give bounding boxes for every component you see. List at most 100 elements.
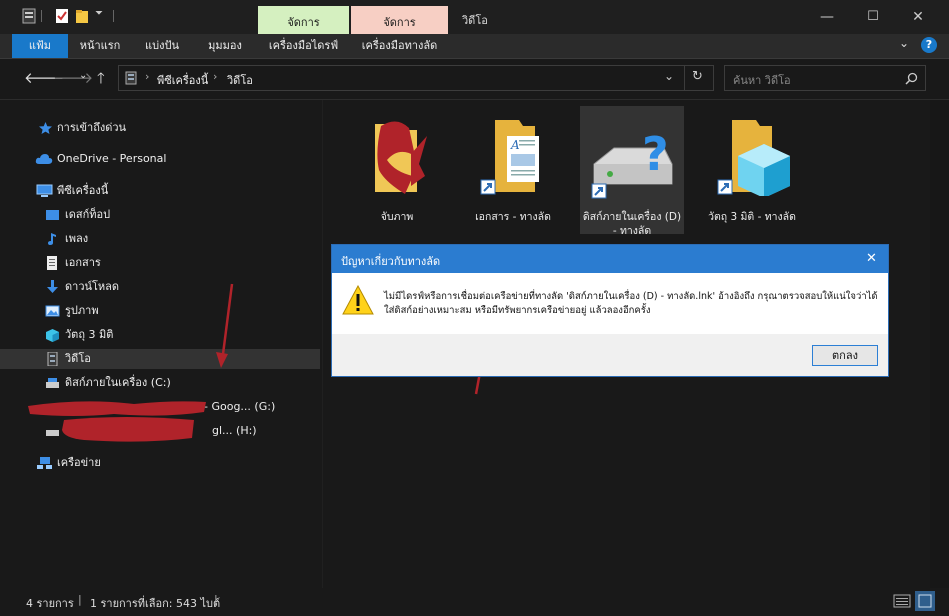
download-icon: [47, 280, 58, 293]
properties-icon[interactable]: [55, 8, 69, 24]
ribbon-context-manage-drive[interactable]: จัดการ: [258, 6, 349, 34]
status-bar: 4 รายการ | 1 รายการที่เลือก: 543 ไบต์ |: [0, 588, 949, 616]
search-icon: [905, 72, 918, 85]
3d-objects-shortcut-icon: [717, 120, 790, 196]
nav-item-desktop[interactable]: เดสก์ท็อป: [0, 205, 320, 225]
dialog-body: ไม่มีไดรฟ์หรือการเชื่อมต่อเครือข่ายที่ทา…: [332, 273, 888, 334]
nav-item-label: gl... (H:): [212, 424, 257, 437]
nav-item-label: เอกสาร: [65, 256, 101, 269]
vertical-scrollbar[interactable]: [930, 100, 949, 588]
desktop-icon: [46, 210, 59, 220]
svg-text:?: ?: [642, 127, 669, 181]
nav-item-onedrive[interactable]: OneDrive - Personal: [0, 149, 320, 169]
ribbon-context-manage-shortcut[interactable]: จัดการ: [351, 6, 448, 34]
title-bar: ⏷ จัดการ จัดการ วิดีโอ — ☐ ✕: [0, 0, 949, 34]
ok-button[interactable]: ตกลง: [812, 345, 878, 366]
nav-item-label: การเข้าถึงด่วน: [57, 121, 127, 134]
nav-item-label: OneDrive - Personal: [57, 152, 167, 165]
nav-item-label: ดาวน์โหลด: [65, 280, 120, 293]
tab-file[interactable]: แฟ้ม: [12, 34, 68, 58]
tab-view[interactable]: มุมมอง: [196, 34, 254, 58]
address-bar[interactable]: › พีซีเครื่องนี้ › วิดีโอ ⌄ ↻: [118, 65, 714, 91]
navigation-pane: การเข้าถึงด่วน OneDrive - Personal พีซีเ…: [0, 100, 322, 588]
search-box[interactable]: ค้นหา วิดีโอ: [724, 65, 926, 91]
nav-item-pictures[interactable]: รูปภาพ: [0, 301, 320, 321]
annotation-arrow: [216, 283, 234, 368]
nav-item-label: พีซีเครื่องนี้: [57, 184, 109, 197]
nav-item-label: ดิสก์ภายในเครื่อง (C:): [65, 376, 171, 389]
nav-item-3d-objects[interactable]: วัตถุ 3 มิติ: [0, 325, 320, 345]
music-icon: [48, 233, 56, 245]
breadcrumb-videos[interactable]: วิดีโอ: [227, 71, 253, 89]
dialog-message: ไม่มีไดรฟ์หรือการเชื่อมต่อเครือข่ายที่ทา…: [384, 291, 878, 316]
folder-icon: [375, 121, 427, 194]
document-icon: [47, 256, 57, 270]
item-count: 4 รายการ: [26, 597, 74, 610]
tab-home[interactable]: หน้าแรก: [72, 34, 128, 58]
shortcut-problem-dialog: ปัญหาเกี่ยวกับทางลัด ✕ ไม่มีไดรฟ์หรือการ…: [331, 244, 889, 377]
large-icons-view-icon[interactable]: [915, 591, 935, 611]
refresh-icon[interactable]: ↻: [692, 69, 703, 84]
selection-info: 1 รายการที่เลือก: 543 ไบต์: [90, 597, 221, 610]
breadcrumb-separator-icon: ›: [145, 70, 150, 83]
file-tile-captures[interactable]: จับภาพ: [345, 106, 449, 234]
document-shortcut-icon: A: [480, 120, 539, 195]
file-tile-label: จับภาพ: [380, 211, 414, 223]
status-separator: |: [78, 593, 82, 606]
warning-icon: [342, 285, 374, 315]
nav-item-label: รูปภาพ: [65, 304, 99, 317]
collapse-ribbon-chevron-icon[interactable]: ⌄: [899, 36, 909, 50]
status-separator: |: [214, 593, 218, 606]
up-arrow-icon[interactable]: 🡑: [97, 68, 105, 93]
file-explorer-window: ⏷ จัดการ จัดการ วิดีโอ — ☐ ✕ แฟ้ม หน้าแร…: [0, 0, 949, 616]
ribbon-tab-bar: แฟ้ม หน้าแรก แบ่งปัน มุมมอง เครื่องมือได…: [0, 34, 949, 58]
nav-item-drive-c[interactable]: ดิสก์ภายในเครื่อง (C:): [0, 373, 320, 393]
file-tile-label: เอกสาร - ทางลัด: [475, 211, 551, 223]
tab-shortcut-tools[interactable]: เครื่องมือทางลัด: [351, 34, 448, 58]
nav-item-music[interactable]: เพลง: [0, 229, 320, 249]
file-tile-3d-objects-shortcut[interactable]: วัตถุ 3 มิติ - ทางลัด: [700, 106, 804, 234]
nav-item-network[interactable]: เครือข่าย: [0, 453, 320, 473]
3d-objects-icon: [46, 329, 59, 342]
breadcrumb-this-pc[interactable]: พีซีเครื่องนี้: [157, 71, 208, 89]
minimize-button[interactable]: —: [804, 0, 850, 34]
nav-item-videos[interactable]: วิดีโอ: [0, 349, 320, 369]
tab-share[interactable]: แบ่งปัน: [134, 34, 190, 58]
quick-access-dropdown-icon[interactable]: ⏷: [95, 8, 103, 19]
app-icon: [22, 8, 36, 24]
details-view-icon[interactable]: [893, 592, 911, 610]
nav-item-label: เครือข่าย: [57, 456, 101, 469]
maximize-button[interactable]: ☐: [850, 0, 896, 34]
nav-item-label: วัตถุ 3 มิติ: [65, 328, 114, 341]
breadcrumb-separator-icon: ›: [213, 70, 218, 83]
tab-drive-tools[interactable]: เครื่องมือไดรฟ์: [258, 34, 349, 58]
video-folder-icon: [125, 71, 137, 85]
nav-item-documents[interactable]: เอกสาร: [0, 253, 320, 273]
dialog-title: ปัญหาเกี่ยวกับทางลัด: [341, 255, 441, 268]
close-button[interactable]: ✕: [895, 0, 941, 34]
nav-item-quick-access[interactable]: การเข้าถึงด่วน: [0, 118, 320, 138]
file-tile-documents-shortcut[interactable]: A เอกสาร - ทางลัด: [461, 106, 565, 234]
redaction-scribble: [28, 401, 206, 442]
nav-item-this-pc[interactable]: พีซีเครื่องนี้: [0, 181, 320, 201]
recent-locations-chevron-icon[interactable]: ⌄: [79, 70, 87, 81]
drive-icon: [46, 378, 59, 388]
nav-item-label: เดสก์ท็อป: [65, 208, 111, 221]
dialog-close-button[interactable]: ✕: [866, 251, 877, 266]
video-icon: [47, 352, 58, 366]
pictures-icon: [45, 305, 60, 317]
svg-text:A: A: [510, 138, 520, 152]
dialog-title-bar: ปัญหาเกี่ยวกับทางลัด ✕: [332, 245, 888, 273]
nav-item-label: - Goog... (G:): [204, 400, 276, 413]
search-input[interactable]: ค้นหา วิดีโอ: [733, 71, 791, 89]
address-dropdown-chevron-icon[interactable]: ⌄: [664, 69, 674, 83]
help-icon[interactable]: ?: [921, 37, 937, 53]
new-folder-icon[interactable]: [75, 8, 89, 24]
broken-drive-shortcut-icon: ?: [591, 127, 673, 199]
nav-item-label: เพลง: [65, 232, 89, 245]
star-icon: [39, 122, 52, 134]
network-icon: [37, 457, 52, 469]
file-tile-drive-d-shortcut[interactable]: ? ดิสก์ภายในเครื่อง (D) - ทางลัด: [580, 106, 684, 237]
nav-item-downloads[interactable]: ดาวน์โหลด: [0, 277, 320, 297]
cloud-icon: [35, 154, 53, 164]
